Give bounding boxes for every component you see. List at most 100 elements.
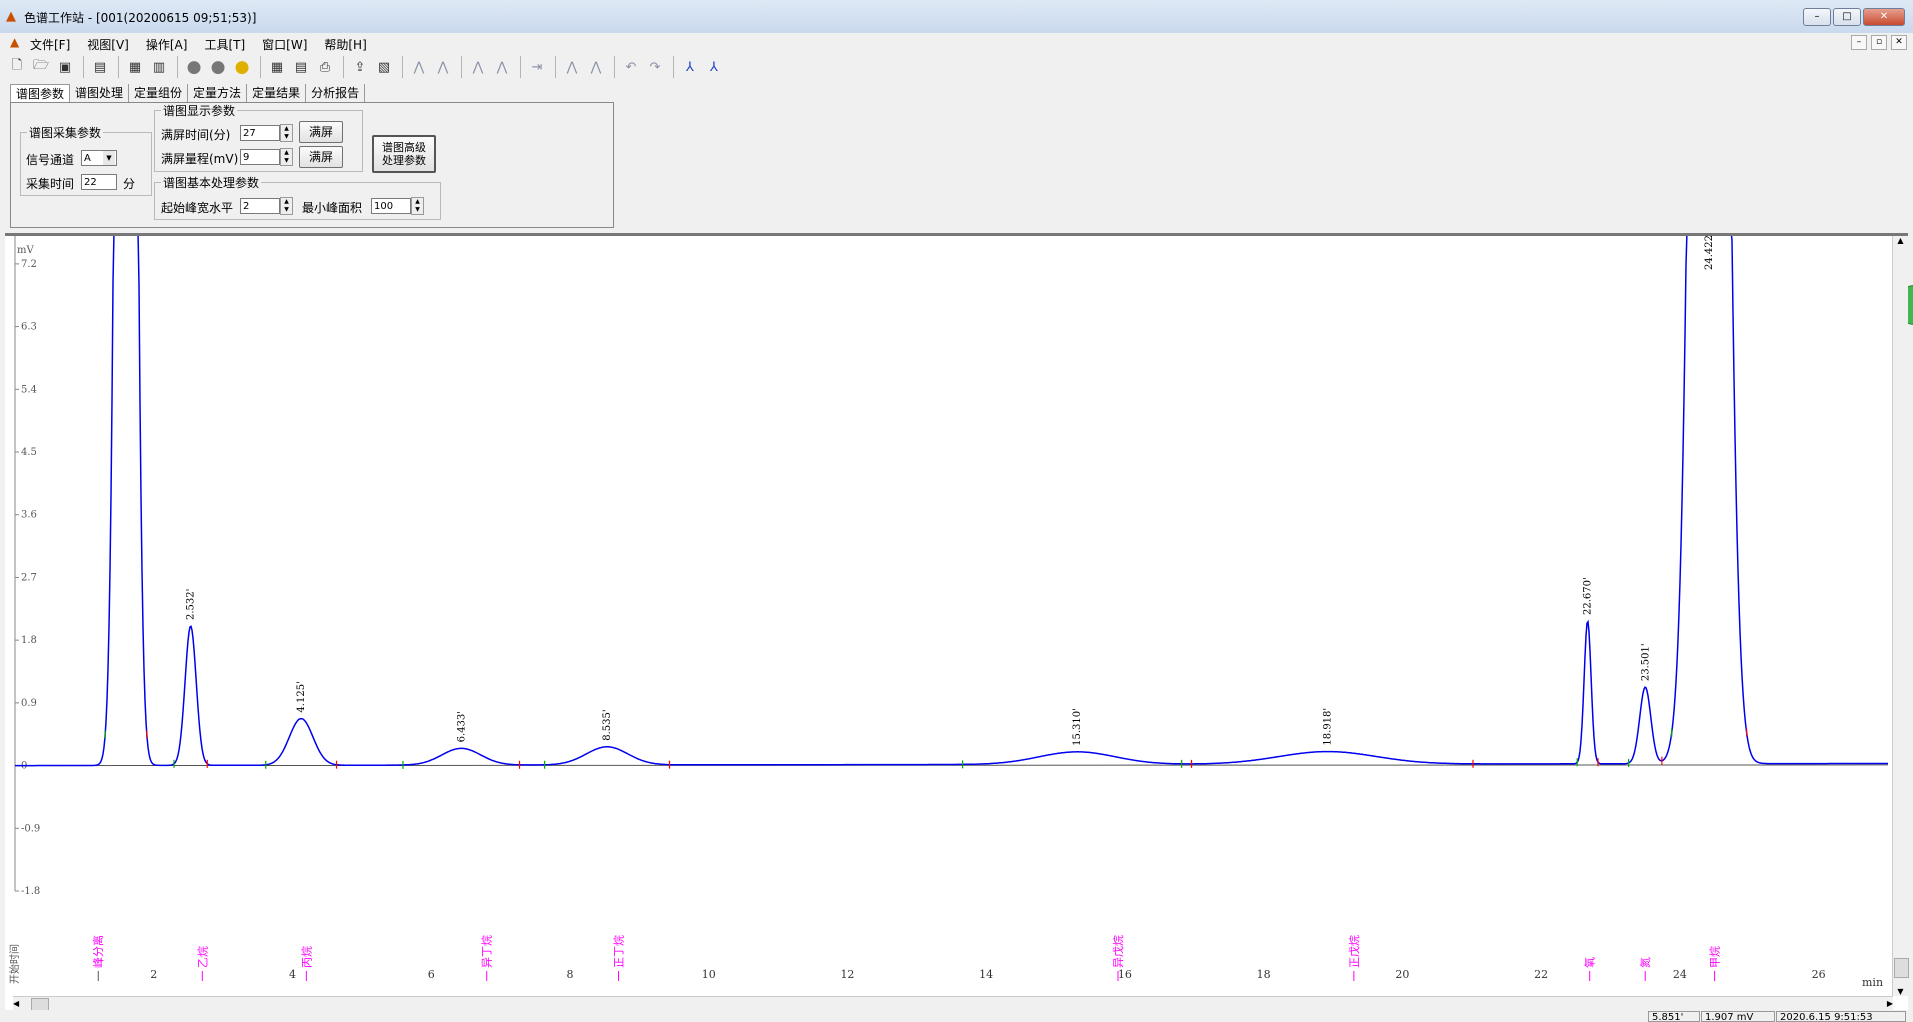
tab-analysis-report[interactable]: 分析报告 [306,84,366,103]
x-axis: 2 4 6 8 10 12 14 16 18 20 22 24 26 [150,968,1825,981]
maximize-button[interactable]: □ [1833,8,1861,26]
redo-icon[interactable]: ↷ [644,56,666,78]
scroll-up-arrow-icon[interactable]: ▲ [1893,236,1908,245]
x-tick-label: 14 [979,968,993,981]
menu-view[interactable]: 视图[V] [87,36,129,53]
fullscreen-range-button[interactable]: 满屏 [299,146,343,168]
y-tick-label: 6.3 [21,322,37,333]
scroll-right-arrow-icon[interactable]: ▶ [1887,999,1893,1008]
menu-help[interactable]: 帮助[H] [324,36,366,53]
advanced-params-line2: 处理参数 [382,154,426,167]
component-name: 正戊烷 [1347,935,1361,968]
start-width-spinner[interactable]: ▲ ▼ [280,197,293,215]
menu-file[interactable]: 文件[F] [30,36,70,53]
advanced-params-button[interactable]: 谱图高级 处理参数 [372,135,436,173]
calculator-icon[interactable]: ▦ [266,56,288,78]
y-tick-label: 1.8 [21,635,37,646]
compare-icon[interactable]: ⋀ [561,56,583,78]
vertical-scrollbar[interactable]: ▲ ▼ [1892,236,1909,996]
minimize-button[interactable]: – [1803,8,1831,26]
document-icon[interactable]: ▲ [10,35,19,49]
import-icon[interactable]: ▤ [89,56,111,78]
fullscreen-range-input[interactable]: 9 [240,149,280,165]
acq-time-input[interactable]: 22 [81,174,117,190]
print-icon[interactable]: ⎙ [314,56,336,78]
acq-time-unit: 分 [123,177,136,191]
baseline-drop-icon[interactable]: ⋀ [491,56,513,78]
chevron-down-icon[interactable]: ▼ [103,151,115,165]
status-bar: 5.851' 1.907 mV 2020.6.15 9:51:53 [0,1010,1913,1022]
toolbar-separator [177,56,178,78]
start-width-input[interactable]: 2 [240,198,280,214]
channel-select[interactable]: A ▼ [81,150,117,166]
y-tick-label: 3.6 [21,510,37,521]
toolbar-separator [118,56,119,78]
min-area-input[interactable]: 100 [371,198,411,214]
acq-time-label: 采集时间 [26,177,75,191]
x-tick-label: 22 [1534,968,1548,981]
scroll-thumb[interactable] [1894,958,1909,978]
advanced-params-line1: 谱图高级 [382,141,426,154]
menu-bar: ▲ 文件[F] 视图[V] 操作[A] 工具[T] 窗口[W] 帮助[H] – … [0,33,1913,53]
open-folder-icon[interactable]: 🗁 [30,56,52,78]
undo-icon[interactable]: ↶ [620,56,642,78]
zero-icon[interactable]: ● [231,56,253,78]
component-name: 氧 [1583,957,1597,968]
y-tick-label: 5.4 [21,384,37,395]
toolbar: 🗋 🗁 ▣ ▤ ▦ ▥ ● ● ● ▦ ▤ ⎙ ⇪ ▧ ⋀ ⋀ ⋀ ⋀ ⇥ ⋀ … [6,53,1906,81]
x-tick-label: 20 [1395,968,1409,981]
x-tick-label: 18 [1257,968,1271,981]
chromatogram-panel: 7.2 6.3 5.4 4.5 3.6 2.7 1.8 0.9 0 -0.9 -1.8 mV min… [5,230,1909,1012]
tab-quant-results[interactable]: 定量结果 [247,84,307,103]
record-stop-icon[interactable]: ● [207,56,229,78]
tab-chromatogram-processing[interactable]: 谱图处理 [70,84,130,103]
tab-chromatogram-params[interactable]: 谱图参数 [10,84,71,103]
toolbar-separator [461,56,462,78]
status-time: 5.851' [1648,1011,1700,1022]
component-name: 丙烷 [299,946,313,968]
y-tick-label: 0.9 [21,698,37,709]
x-tick-label: 24 [1673,968,1687,981]
menu-operate[interactable]: 操作[A] [146,36,188,53]
menu-tools[interactable]: 工具[T] [204,36,245,53]
mdi-restore-button[interactable]: ▫ [1871,35,1887,50]
fullscreen-time-input[interactable]: 27 [240,125,280,141]
peak-time-label: 24.422' [1704,236,1715,270]
peak-pick-icon[interactable]: ⅄ [679,56,701,78]
arrow-right-icon[interactable]: ⇥ [526,56,548,78]
channel-label: 信号通道 [26,153,75,167]
fullscreen-time-spinner[interactable]: ▲ ▼ [280,124,293,142]
peak-pair-icon[interactable]: ⅄ [703,56,725,78]
component-name: 甲烷 [1708,946,1722,968]
toolbar-separator [83,56,84,78]
report-icon[interactable]: ▤ [290,56,312,78]
calibrate-icon[interactable]: ▥ [148,56,170,78]
export-data-icon[interactable]: ▧ [373,56,395,78]
toolbar-separator [343,56,344,78]
min-area-spinner[interactable]: ▲ ▼ [411,197,424,215]
overlay-icon[interactable]: ⋀ [585,56,607,78]
app-logo-icon: ▲ [6,9,16,24]
save-icon[interactable]: ▣ [54,56,76,78]
fullscreen-range-spinner[interactable]: ▲ ▼ [280,148,293,166]
record-start-icon[interactable]: ● [183,56,205,78]
baseline-icon[interactable]: ⋀ [467,56,489,78]
y-tick-label: -0.9 [21,823,40,834]
export-icon[interactable]: ⇪ [349,56,371,78]
fullscreen-time-button[interactable]: 满屏 [299,121,343,143]
method-icon[interactable]: ▦ [124,56,146,78]
menu-window[interactable]: 窗口[W] [262,36,307,53]
scroll-left-arrow-icon[interactable]: ◀ [13,999,19,1008]
peak-split-icon[interactable]: ⋀ [432,56,454,78]
peak-time-label: 22.670' [1583,577,1594,615]
tab-quant-method[interactable]: 定量方法 [188,84,248,103]
start-width-label: 起始峰宽水平 [161,201,234,215]
new-file-icon[interactable]: 🗋 [6,56,28,78]
tab-quant-components[interactable]: 定量组份 [129,84,189,103]
mdi-minimize-button[interactable]: – [1851,35,1867,50]
peak-mark-icon[interactable]: ⋀ [408,56,430,78]
close-button[interactable]: ✕ [1863,8,1905,26]
scroll-down-arrow-icon[interactable]: ▼ [1893,987,1908,996]
mdi-close-button[interactable]: ✕ [1891,35,1907,50]
component-name: 氮 [1638,957,1652,968]
